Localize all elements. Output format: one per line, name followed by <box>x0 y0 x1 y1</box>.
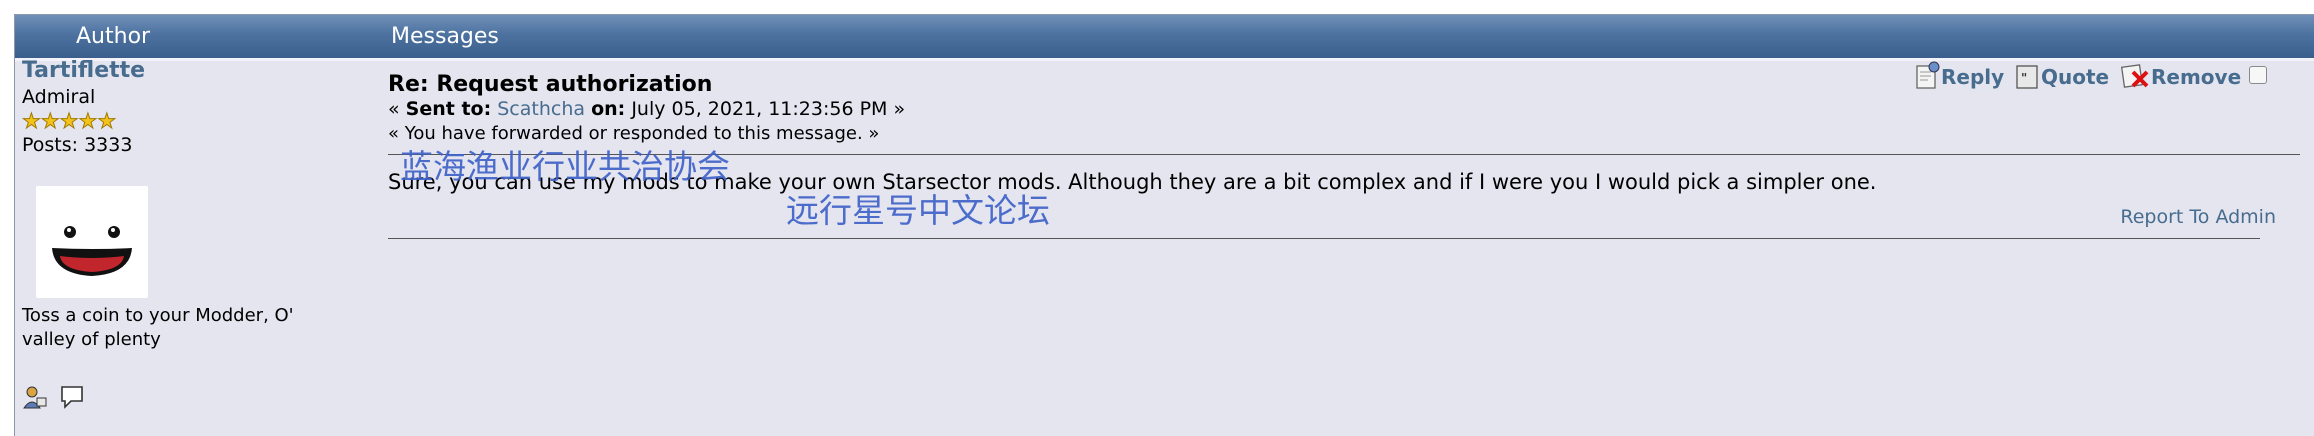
member-rank: Admiral <box>22 86 96 108</box>
messages-column-header: Messages <box>391 24 499 49</box>
remove-icon <box>2120 64 2149 88</box>
rank-stars: ★★★★★ <box>22 109 352 133</box>
personal-message-icon[interactable] <box>59 384 85 414</box>
recipient-link[interactable]: Scathcha <box>497 98 585 120</box>
star-icon: ★ <box>97 109 117 133</box>
reply-button[interactable]: Reply <box>1915 60 2004 90</box>
post-count: Posts: 3333 <box>22 134 133 156</box>
star-icon: ★ <box>22 109 42 133</box>
author-signature: Toss a coin to your Modder, O' valley of… <box>22 305 294 350</box>
sent-prefix: « <box>388 98 406 120</box>
star-icon: ★ <box>40 109 60 133</box>
quote-button[interactable]: " Quote <box>2015 60 2109 90</box>
watermark-line-1: 蓝海渔业行业共治协会 <box>400 147 730 186</box>
profile-icons <box>22 384 91 414</box>
remove-label: Remove <box>2151 65 2242 89</box>
table-header: Author Messages <box>15 15 2314 58</box>
on-label: on: <box>591 98 626 120</box>
star-icon: ★ <box>78 109 98 133</box>
avatar <box>36 186 148 298</box>
star-icon: ★ <box>59 109 79 133</box>
sent-date: July 05, 2021, 11:23:56 PM » <box>631 98 906 120</box>
svg-text:": " <box>2021 71 2027 85</box>
reply-icon <box>1916 61 1940 89</box>
remove-button[interactable]: Remove <box>2120 60 2242 90</box>
sent-to-label: Sent to: <box>405 98 492 120</box>
quote-label: Quote <box>2041 65 2110 89</box>
sent-info: « Sent to: Scathcha on: July 05, 2021, 1… <box>388 98 2308 120</box>
select-message-checkbox[interactable] <box>2249 66 2267 84</box>
report-to-admin-link[interactable]: Report To Admin <box>2120 206 2276 228</box>
poster-name-link[interactable]: Tartiflette <box>22 58 352 83</box>
footer-rule <box>388 238 2260 239</box>
author-panel: Tartiflette Admiral ★★★★★ Posts: 3333 <box>22 58 352 156</box>
reply-label: Reply <box>1941 65 2005 89</box>
author-column-header: Author <box>76 24 151 49</box>
profile-icon[interactable] <box>22 384 48 414</box>
smiley-avatar-icon <box>52 226 132 276</box>
watermark-line-2: 远行星号中文论坛 <box>786 191 1050 230</box>
quote-icon: " <box>2016 65 2038 89</box>
